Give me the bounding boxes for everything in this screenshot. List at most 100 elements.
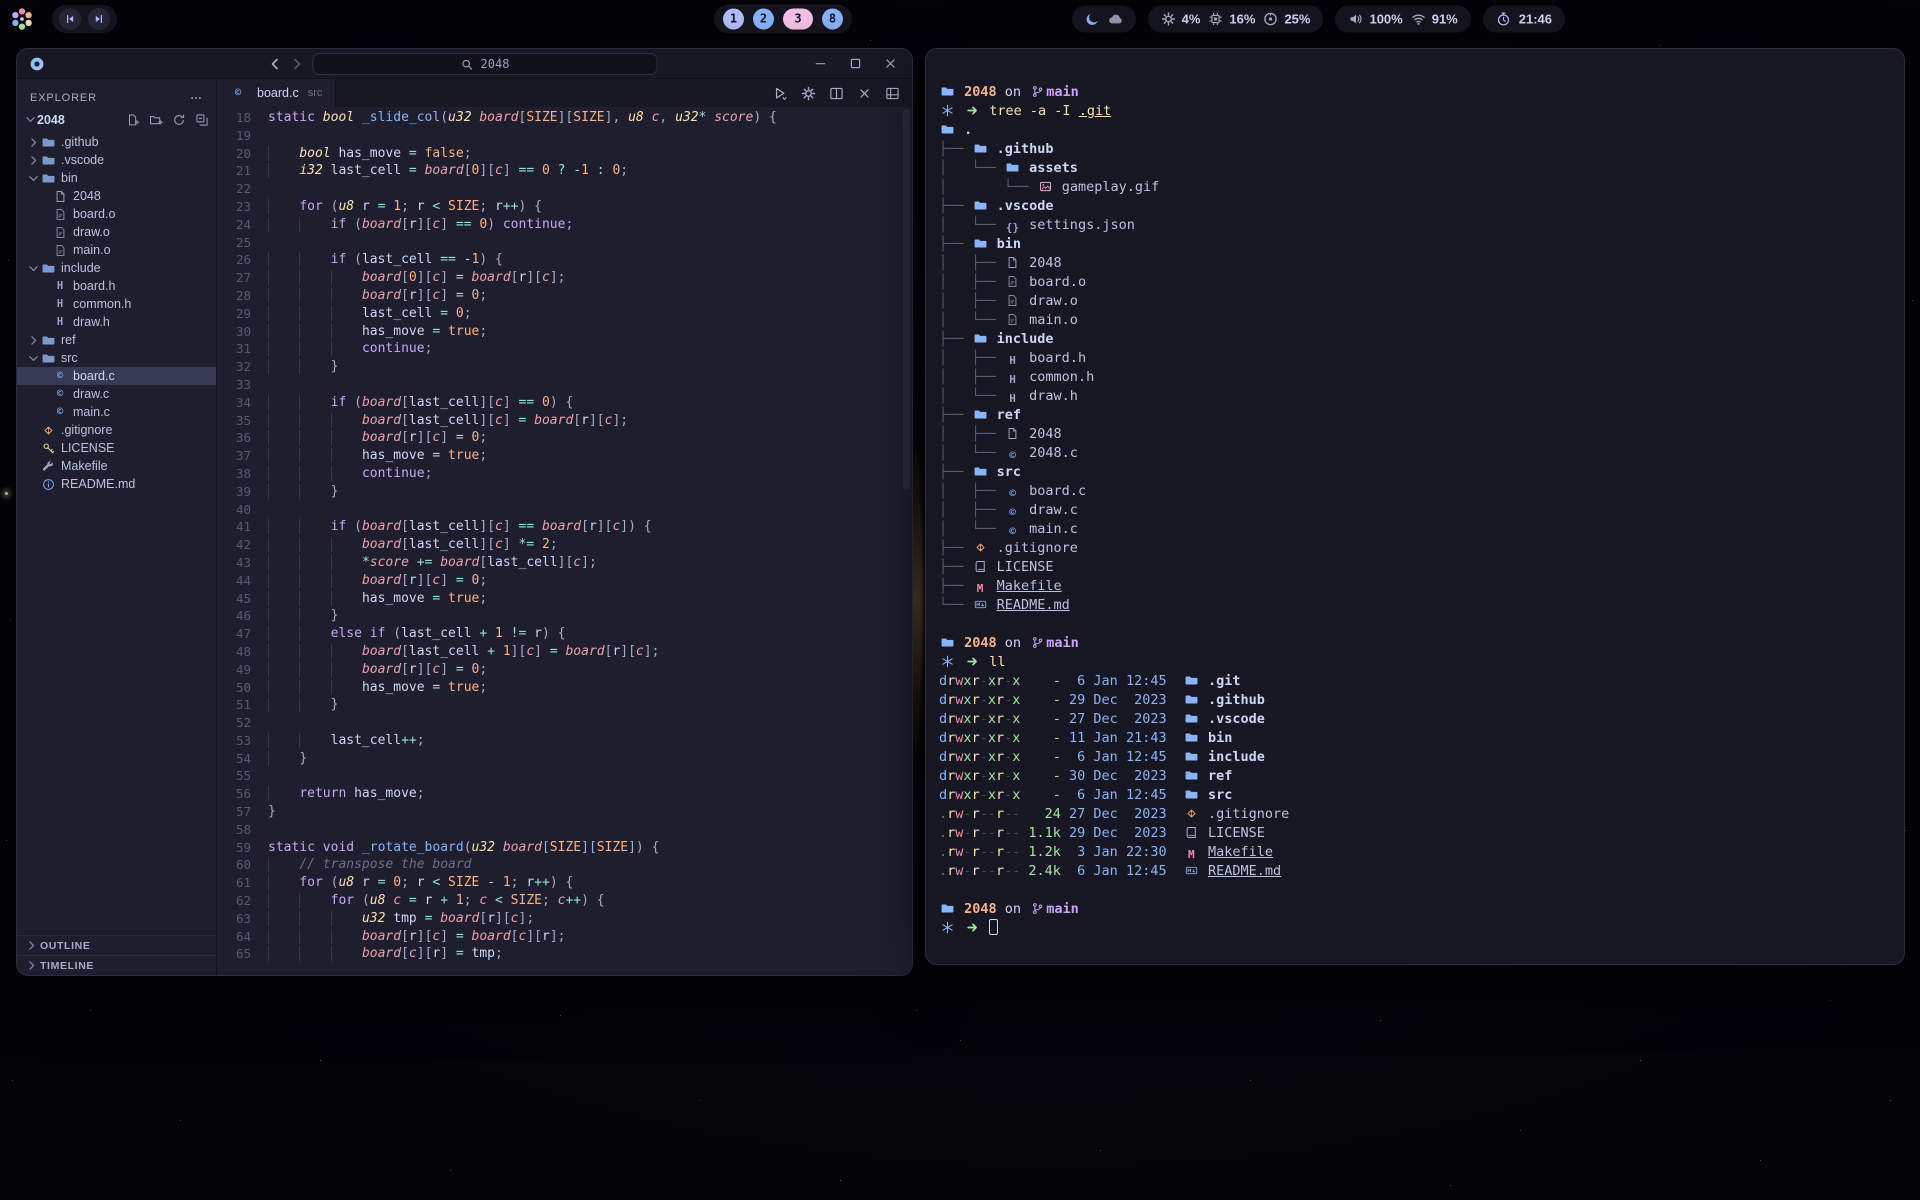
tree-entry-name: gameplay.gif — [1062, 179, 1160, 195]
timeline-panel[interactable]: TIMELINE — [17, 955, 216, 975]
media-prev-button[interactable] — [59, 8, 81, 30]
explorer-item-include[interactable]: include — [17, 259, 216, 277]
terminal-line: │ └── {} settings.json — [939, 216, 1894, 235]
code-text: board[0][c] = board[r][c]; — [268, 269, 565, 287]
code-text: board[last_cell][c] *= 2; — [268, 536, 558, 554]
folder-icon — [972, 142, 989, 155]
explorer-item-board.o[interactable]: board.o — [17, 205, 216, 223]
project-root-row[interactable]: 2048 — [17, 109, 216, 130]
line-number: 36 — [217, 429, 251, 447]
explorer-item-README.md[interactable]: README.md — [17, 475, 216, 493]
explorer-item-src[interactable]: src — [17, 349, 216, 367]
explorer-item-.github[interactable]: .github — [17, 133, 216, 151]
tree-entry-name: board.o — [1029, 274, 1086, 290]
line-number: 52 — [217, 714, 251, 732]
workspace-button-3[interactable]: 3 — [783, 8, 813, 29]
code-area[interactable]: 18static bool _slide_col(u32 board[SIZE]… — [217, 107, 912, 975]
new-file-button[interactable] — [126, 113, 140, 127]
code-text: board[c][r] = tmp; — [268, 945, 503, 963]
workspace-button-2[interactable]: 2 — [753, 8, 774, 29]
folder-icon — [972, 199, 989, 212]
split-editor-button[interactable] — [829, 86, 844, 101]
explorer-item-board.c[interactable]: ©board.c — [17, 367, 216, 385]
explorer-item-common.h[interactable]: Hcommon.h — [17, 295, 216, 313]
code-line: 28 board[r][c] = 0; — [217, 287, 912, 305]
terminal-line: │ ├── board.o — [939, 273, 1894, 292]
file-name: README.md — [1208, 863, 1281, 879]
file-permissions: drwxr-xr-x — [939, 672, 1020, 691]
line-number: 62 — [217, 892, 251, 910]
explorer-item-draw.h[interactable]: Hdraw.h — [17, 313, 216, 331]
outline-panel[interactable]: OUTLINE — [17, 935, 216, 955]
workspace-button-1[interactable]: 1 — [723, 8, 744, 29]
explorer-item-main.c[interactable]: ©main.c — [17, 403, 216, 421]
folder-icon — [972, 332, 989, 345]
close-button[interactable] — [883, 56, 898, 71]
file-date: 30 Dec 2023 — [1069, 767, 1167, 786]
tree-entry-name: LICENSE — [997, 559, 1054, 575]
cfile-icon: © — [52, 370, 68, 382]
tab-board-c[interactable]: © board.c src — [217, 79, 336, 107]
code-line: 44 board[r][c] = 0; — [217, 572, 912, 590]
wifi-stat[interactable]: 91% — [1411, 11, 1458, 26]
explorer-item-.gitignore[interactable]: .gitignore — [17, 421, 216, 439]
code-text: i32 last_cell = board[0][c] == 0 ? -1 : … — [268, 162, 628, 180]
close-editor-button[interactable] — [857, 86, 872, 101]
code-line: 61 for (u8 r = 0; r < SIZE - 1; r++) { — [217, 874, 912, 892]
scrollbar-thumb[interactable] — [903, 109, 910, 489]
line-number: 53 — [217, 732, 251, 750]
volume-stat[interactable]: 100% — [1348, 11, 1402, 26]
topbar: 1238 4% 16% 25% 100% — [0, 0, 1920, 37]
explorer-item-draw.o[interactable]: draw.o — [17, 223, 216, 241]
command-text: tree -a -I — [989, 103, 1078, 119]
chevron-down-icon — [27, 352, 40, 365]
back-button[interactable] — [267, 56, 283, 72]
code-line: 48 board[last_cell + 1][c] = board[r][c]… — [217, 643, 912, 661]
explorer-item-.vscode[interactable]: .vscode — [17, 151, 216, 169]
run-button[interactable] — [773, 86, 788, 101]
editor-scrollbar[interactable] — [902, 109, 911, 973]
terminal-line: 2048 on main — [939, 83, 1894, 102]
tree-connector: │ ├── — [939, 255, 1004, 271]
prompt-branch: main — [1046, 901, 1079, 917]
terminal-window[interactable]: 2048 on main tree -a -I .git .├── .githu… — [925, 48, 1905, 965]
file-name: main.c — [73, 405, 110, 419]
speaker-icon — [1348, 11, 1363, 26]
skip-forward-icon — [93, 13, 105, 25]
chevron-right-icon — [27, 136, 40, 149]
branch-icon — [1029, 902, 1046, 915]
explorer-item-2048[interactable]: 2048 — [17, 187, 216, 205]
moon-icon — [1085, 11, 1100, 26]
explorer-item-LICENSE[interactable]: LICENSE — [17, 439, 216, 457]
explorer-item-draw.c[interactable]: ©draw.c — [17, 385, 216, 403]
explorer-item-main.o[interactable]: main.o — [17, 241, 216, 259]
launcher-icon[interactable] — [10, 7, 34, 31]
workspace-button-8[interactable]: 8 — [822, 8, 843, 29]
audio-network-widget[interactable]: 100% 91% — [1335, 5, 1470, 32]
line-number: 61 — [217, 874, 251, 892]
forward-button[interactable] — [289, 56, 305, 72]
folder-icon — [972, 408, 989, 421]
explorer-item-ref[interactable]: ref — [17, 331, 216, 349]
file-size: - — [1028, 672, 1061, 691]
explorer-item-Makefile[interactable]: Makefile — [17, 457, 216, 475]
explorer-item-bin[interactable]: bin — [17, 169, 216, 187]
tree-entry-name: . — [964, 122, 972, 138]
collapse-folders-button[interactable] — [195, 113, 209, 127]
refresh-explorer-button[interactable] — [172, 113, 186, 127]
media-next-button[interactable] — [88, 8, 110, 30]
layout-button[interactable] — [885, 86, 900, 101]
new-folder-button[interactable] — [149, 113, 163, 127]
file-name: ref — [1208, 768, 1232, 784]
search-box[interactable]: 2048 — [313, 53, 658, 75]
explorer-item-board.h[interactable]: Hboard.h — [17, 277, 216, 295]
prompt-separator: on — [1005, 901, 1021, 917]
cfile-icon: © — [52, 388, 68, 400]
settings-gear-icon[interactable] — [801, 86, 816, 101]
maximize-button[interactable] — [848, 56, 863, 71]
terminal-content: 2048 on main tree -a -I .git .├── .githu… — [926, 49, 1904, 938]
tab-label: board.c — [257, 86, 299, 100]
tree-connector: │ └── — [939, 521, 1004, 537]
explorer-more-actions-icon[interactable] — [189, 91, 203, 105]
minimize-button[interactable] — [813, 56, 828, 71]
